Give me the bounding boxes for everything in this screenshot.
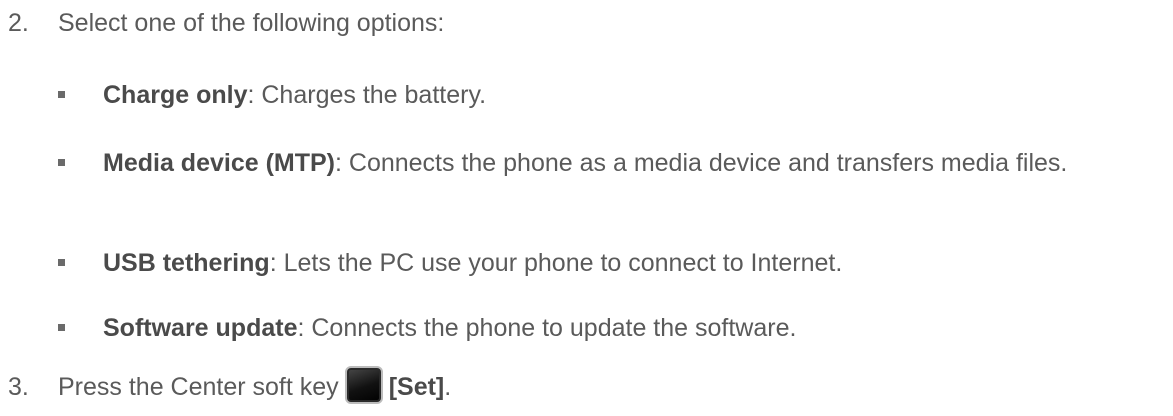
- center-soft-key-icon: [344, 366, 383, 405]
- step-text: Select one of the following options:: [58, 9, 445, 37]
- option-term: Charge only: [103, 81, 248, 109]
- list-item-software-update: Software update: Connects the phone to u…: [58, 309, 1158, 347]
- option-term: Media device (MTP): [103, 149, 335, 177]
- option-description: : Charges the battery.: [247, 81, 487, 109]
- option-term: Software update: [103, 314, 298, 342]
- bullet-icon: [58, 324, 65, 331]
- list-item-usb-tethering: USB tethering: Lets the PC use your phon…: [58, 244, 1158, 282]
- option-description: : Lets the PC use your phone to connect …: [269, 249, 843, 277]
- step-number: 2.: [8, 9, 29, 37]
- option-term: USB tethering: [103, 249, 270, 277]
- step-3: 3. Press the Center soft key [Set].: [8, 366, 452, 405]
- option-description: : Connects the phone to update the softw…: [297, 314, 797, 342]
- set-key-label: [Set]: [388, 373, 445, 401]
- list-item-media-device: Media device (MTP): Connects the phone a…: [58, 144, 1158, 182]
- step-text-end: .: [444, 373, 452, 401]
- bullet-icon: [58, 159, 65, 166]
- list-item-charge-only: Charge only: Charges the battery.: [58, 76, 1158, 114]
- bullet-icon: [58, 259, 65, 266]
- step-text: Press the Center soft key: [58, 373, 339, 401]
- option-description: : Connects the phone as a media device a…: [335, 149, 1068, 177]
- bullet-icon: [58, 91, 65, 98]
- step-2: 2. Select one of the following options:: [8, 8, 444, 38]
- step-number: 3.: [8, 373, 29, 401]
